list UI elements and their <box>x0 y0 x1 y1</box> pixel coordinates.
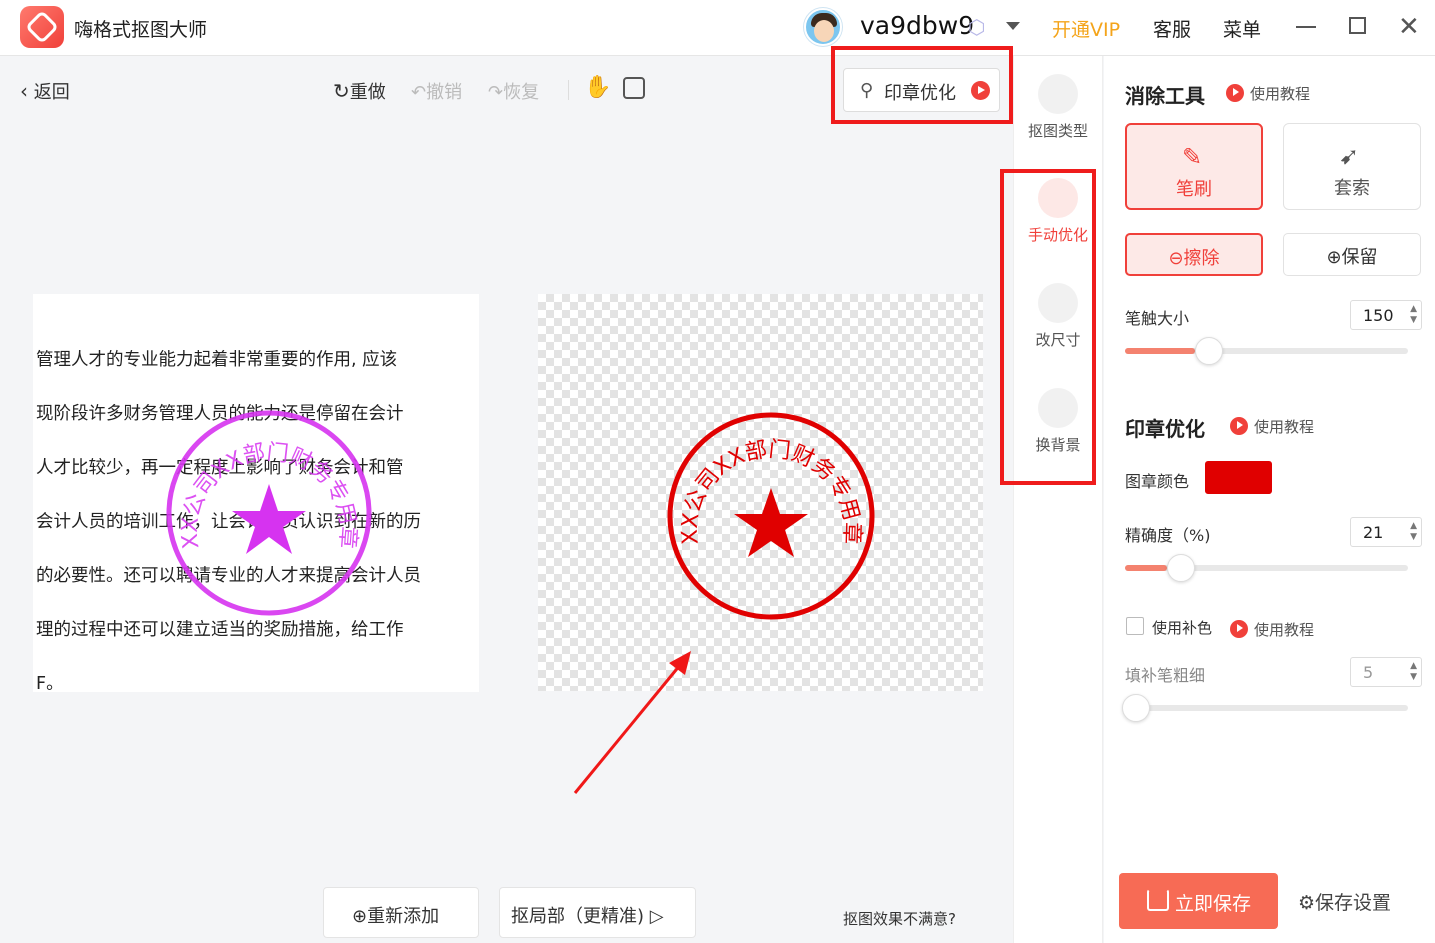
partial-cutout-button[interactable]: 抠局部（更精准) ▷ <box>499 887 696 938</box>
open-vip-link[interactable]: 开通VIP <box>1052 15 1120 42</box>
minimize-button[interactable] <box>1296 26 1316 28</box>
download-icon <box>1147 889 1169 911</box>
precision-knob[interactable] <box>1167 554 1195 582</box>
fill-brush-knob[interactable] <box>1122 694 1150 722</box>
doc-line: 管理人才的专业能力起着非常重要的作用, 应该 <box>36 350 398 370</box>
unsatisfied-link[interactable]: 抠图效果不满意? <box>843 908 956 929</box>
save-settings-button[interactable]: ⚙保存设置 <box>1298 888 1391 915</box>
undo-label: 撤销 <box>426 82 463 103</box>
precision-label: 精确度（%) <box>1125 526 1211 545</box>
minus-circle-icon: ⊖ <box>1168 248 1184 269</box>
doc-line: F。 <box>36 674 64 692</box>
vip-badge-icon: ⬡ <box>968 15 986 39</box>
restore-label: 恢复 <box>503 82 540 103</box>
result-image: XX公司XX部门财务专用章 <box>538 294 983 691</box>
doc-line: 理的过程中还可以建立适当的奖励措施，给工作 <box>36 620 404 640</box>
fill-brush-stepper[interactable]: 5 ▲ ▼ <box>1350 657 1422 687</box>
stamp-color-swatch[interactable] <box>1205 461 1272 494</box>
fill-brush-value: 5 <box>1363 663 1374 682</box>
erase-tool-title: 消除工具 <box>1125 84 1205 108</box>
precision-stepper[interactable]: 21 ▲ ▼ <box>1350 517 1422 547</box>
chevron-down-icon[interactable] <box>1006 22 1020 30</box>
restore-button[interactable]: ↷恢复 <box>488 78 539 104</box>
brush-size-slider[interactable] <box>1125 337 1408 365</box>
stepper-arrows-icon: ▲ ▼ <box>1410 661 1417 682</box>
redo-button[interactable]: ↻重做 <box>333 78 386 104</box>
back-label: 返回 <box>33 82 70 103</box>
fill-color-label: 使用补色 <box>1152 619 1213 637</box>
brush-size-stepper[interactable]: 150 ▲ ▼ <box>1350 300 1422 330</box>
stamp-tutorial-link[interactable]: 使用教程 <box>1230 416 1314 437</box>
fill-brush-label: 填补笔粗细 <box>1125 666 1206 685</box>
lasso-tool-card[interactable]: ➹ 套索 <box>1283 123 1421 210</box>
brush-size-value: 150 <box>1363 306 1394 325</box>
save-now-label: 立即保存 <box>1175 893 1252 915</box>
toolbar-divider <box>568 80 569 100</box>
readd-button[interactable]: ⊕重新添加 <box>323 887 479 938</box>
plus-circle-icon: ⊕ <box>352 906 368 927</box>
brush-size-knob[interactable] <box>1195 337 1223 365</box>
precision-fill <box>1125 565 1167 571</box>
gear-icon: ⚙ <box>1298 892 1316 914</box>
stamp-optimize-title: 印章优化 <box>1125 417 1205 441</box>
username[interactable]: va9dbw9 <box>860 11 974 40</box>
close-button[interactable]: ✕ <box>1398 12 1420 42</box>
undo-icon: ↶ <box>411 82 427 103</box>
app-logo-icon <box>20 6 64 48</box>
title-bar: 嗨格式抠图大师 va9dbw9 ⬡ 开通VIP 客服 菜单 ✕ <box>0 0 1435 56</box>
erase-tutorial-link[interactable]: 使用教程 <box>1226 83 1310 104</box>
maximize-button[interactable] <box>1349 17 1366 34</box>
redo-icon: ↻ <box>333 79 350 103</box>
stepper-arrows-icon: ▲ ▼ <box>1410 521 1417 542</box>
stamp-color-label: 图章颜色 <box>1125 472 1190 491</box>
brush-icon: ✎ <box>1182 143 1203 171</box>
fill-brush-slider[interactable] <box>1122 694 1408 722</box>
brush-tool-card[interactable]: ✎ 笔刷 <box>1125 123 1263 210</box>
overlap-circles-icon <box>1038 74 1078 114</box>
hand-pan-icon[interactable]: ✋ <box>584 75 611 100</box>
precision-slider[interactable] <box>1125 554 1408 582</box>
lasso-icon: ➹ <box>1339 142 1360 170</box>
precision-value: 21 <box>1363 523 1384 542</box>
save-now-button[interactable]: 立即保存 <box>1119 873 1278 929</box>
app-name: 嗨格式抠图大师 <box>74 19 208 41</box>
side-tool-cutout-type[interactable]: 抠图类型 <box>1013 74 1103 141</box>
keep-mode-button[interactable]: ⊕保留 <box>1283 233 1421 276</box>
fit-screen-icon[interactable] <box>623 77 645 99</box>
brush-size-fill <box>1125 348 1195 354</box>
brush-label: 笔刷 <box>1176 179 1212 200</box>
chevron-left-icon: ‹ <box>20 79 28 103</box>
original-stamp: XX公司XX部门财务专用章 <box>166 410 372 616</box>
erase-label: 擦除 <box>1183 248 1220 269</box>
keep-label: 保留 <box>1341 247 1378 268</box>
plus-circle-icon: ⊕ <box>1326 247 1342 268</box>
highlight-box-stamp <box>831 46 1013 124</box>
highlight-box-side-tools <box>1000 169 1096 485</box>
lasso-label: 套索 <box>1334 178 1370 199</box>
avatar[interactable] <box>804 8 842 46</box>
fill-color-checkbox[interactable] <box>1126 617 1144 635</box>
side-tool-label: 抠图类型 <box>1027 122 1088 140</box>
menu-link[interactable]: 菜单 <box>1223 15 1261 42</box>
restore-icon: ↷ <box>488 82 504 103</box>
readd-label: 重新添加 <box>367 906 440 927</box>
fill-color-tutorial-link[interactable]: 使用教程 <box>1230 619 1314 640</box>
undo-button[interactable]: ↶撤销 <box>411 78 462 104</box>
original-image: 管理人才的专业能力起着非常重要的作用, 应该 现阶段许多财务管理人员的能力还是停… <box>33 294 479 692</box>
stepper-arrows-icon: ▲ ▼ <box>1410 304 1417 325</box>
result-stamp: XX公司XX部门财务专用章 <box>667 412 875 620</box>
redo-label: 重做 <box>349 82 386 103</box>
play-circle-icon: ▷ <box>649 906 664 927</box>
brush-size-label: 笔触大小 <box>1125 309 1190 328</box>
save-settings-label: 保存设置 <box>1315 892 1392 914</box>
partial-cutout-label: 抠局部（更精准) <box>511 906 645 927</box>
back-button[interactable]: ‹ 返回 <box>20 78 70 104</box>
service-link[interactable]: 客服 <box>1153 15 1191 42</box>
erase-mode-button[interactable]: ⊖擦除 <box>1125 233 1263 276</box>
annotation-arrow <box>573 651 691 794</box>
